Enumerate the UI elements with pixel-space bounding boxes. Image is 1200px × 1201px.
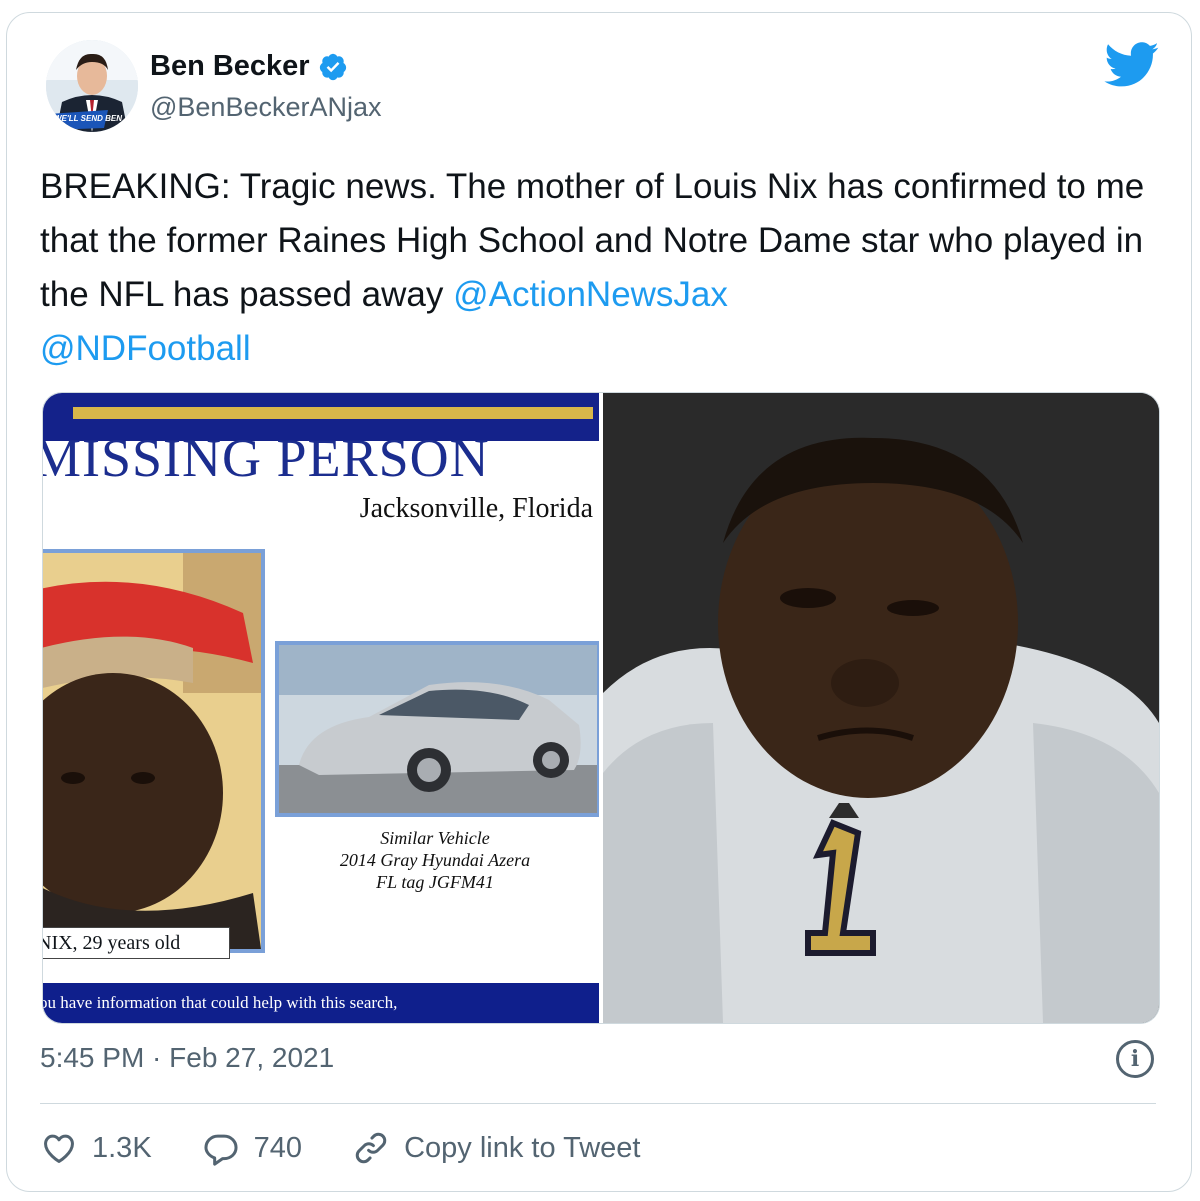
poster-bottom-band: ou have information that could help with… (43, 983, 599, 1023)
author-handle[interactable]: @BenBeckerANjax (150, 92, 382, 123)
missing-person-poster[interactable]: MISSING PERSON Jacksonville, Florida Sim… (43, 393, 599, 1023)
author-name[interactable]: Ben Becker (150, 50, 310, 83)
link-icon (355, 1132, 387, 1164)
vehicle-caption-line-1: Similar Vehicle (380, 828, 490, 848)
like-button[interactable]: 1.3K (40, 1129, 152, 1167)
person-photo (43, 549, 265, 953)
tweet-text: BREAKING: Tragic news. The mother of Lou… (40, 160, 1170, 376)
football-player-photo[interactable]: 1 (603, 393, 1159, 1023)
heart-icon (44, 1134, 74, 1163)
poster-title: MISSING PERSON (43, 428, 490, 488)
reply-bubble-icon (204, 1134, 238, 1166)
avatar-badge: WE'LL SEND BEN (54, 114, 122, 123)
verified-badge-icon (319, 53, 346, 80)
mention-ndfootball[interactable]: @NDFootball (40, 329, 251, 368)
vehicle-caption: Similar Vehicle 2014 Gray Hyundai Azera … (279, 827, 591, 893)
copy-link-label: Copy link to Tweet (404, 1131, 641, 1164)
reply-button[interactable]: 740 (202, 1129, 302, 1167)
poster-bottom-text: ou have information that could help with… (43, 993, 398, 1012)
vehicle-photo-image (279, 645, 597, 813)
poster-gold-stripe (73, 407, 593, 419)
copy-link-button[interactable]: Copy link to Tweet (352, 1129, 640, 1167)
divider (40, 1103, 1156, 1104)
tweet-timestamp[interactable]: 5:45 PM · Feb 27, 2021 (40, 1042, 334, 1074)
poster-city: Jacksonville, Florida (359, 493, 593, 524)
person-name-tag: NIX, 29 years old (43, 927, 230, 959)
info-icon[interactable]: i (1116, 1040, 1154, 1078)
tweet-media[interactable]: MISSING PERSON Jacksonville, Florida Sim… (42, 392, 1160, 1024)
person-name-tag-text: NIX, 29 years old (43, 932, 181, 954)
vehicle-caption-line-3: FL tag JGFM41 (376, 872, 494, 892)
reply-count: 740 (253, 1131, 303, 1164)
avatar[interactable]: WE'LL SEND BEN (46, 40, 138, 132)
football-player-image (603, 393, 1159, 1023)
person-photo-image (43, 553, 261, 949)
like-count: 1.3K (92, 1131, 152, 1164)
vehicle-caption-line-2: 2014 Gray Hyundai Azera (339, 850, 531, 870)
twitter-bird-icon[interactable] (1104, 42, 1160, 88)
tweet-actions: 1.3K 740 Copy link to Tweet (40, 1124, 690, 1172)
mention-actionnewsjax[interactable]: @ActionNewsJax (453, 275, 728, 314)
author-name-row[interactable]: Ben Becker (150, 50, 348, 83)
vehicle-photo (275, 641, 599, 817)
